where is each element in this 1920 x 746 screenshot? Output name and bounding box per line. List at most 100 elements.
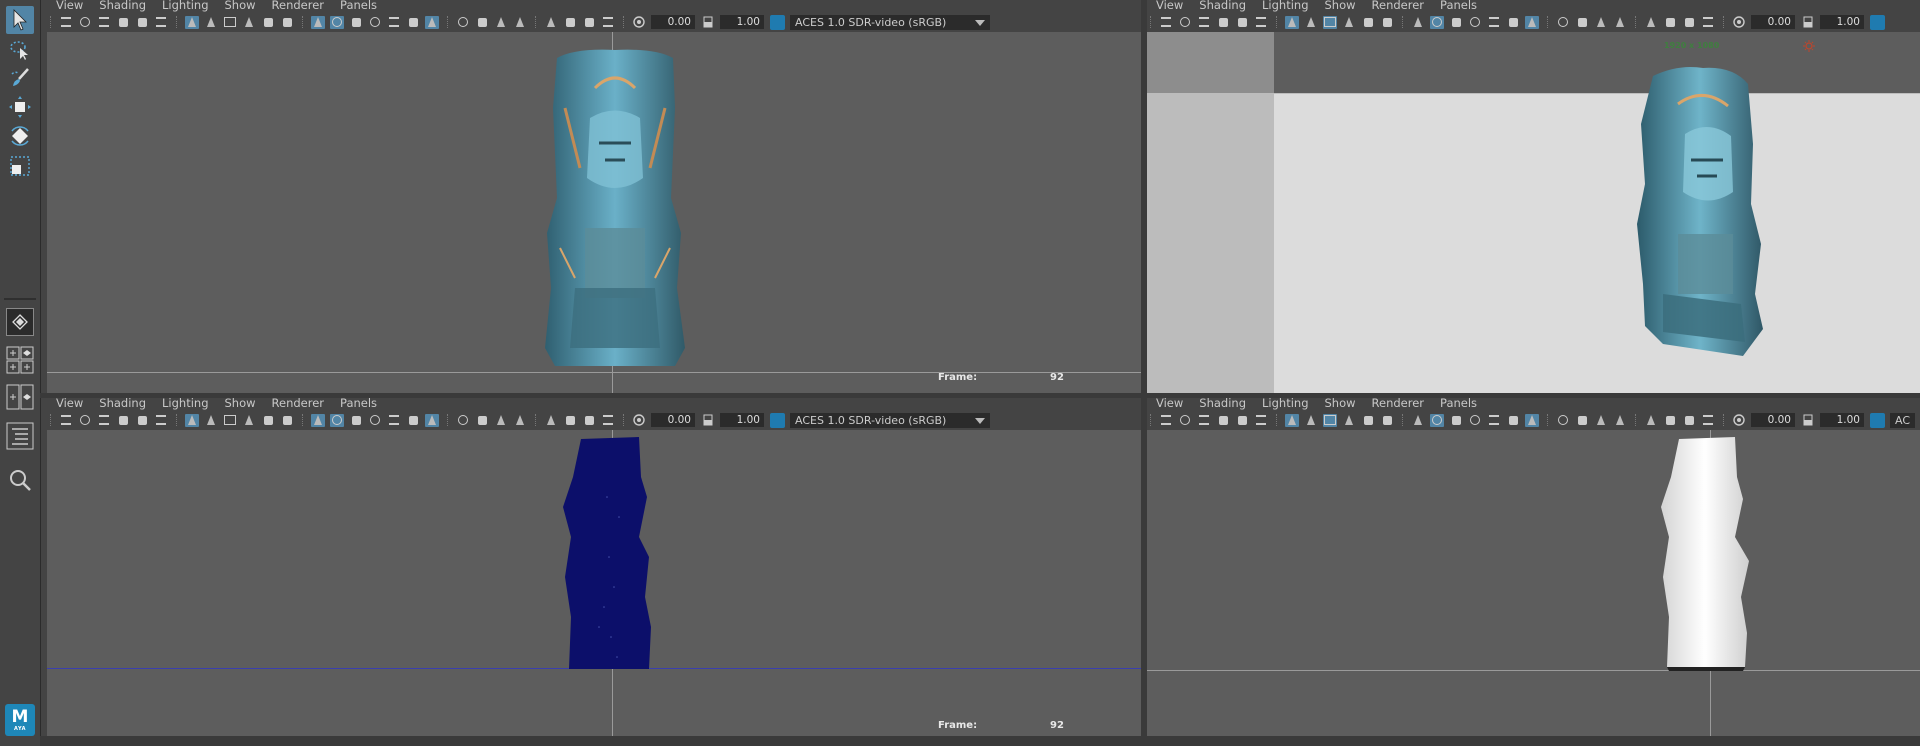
xray-joints-icon[interactable]	[563, 414, 577, 427]
four-view-icon[interactable]	[6, 346, 34, 374]
resolution-gate-icon[interactable]	[1323, 413, 1337, 427]
camera-select-icon[interactable]	[59, 16, 73, 29]
field-chart-icon[interactable]	[261, 414, 275, 427]
bookmark-icon[interactable]	[1197, 414, 1211, 427]
exposure-icon[interactable]	[701, 16, 715, 29]
motion-blur-icon[interactable]	[1575, 16, 1589, 29]
2d-pan-zoom-icon[interactable]	[135, 414, 149, 427]
color-space-dropdown[interactable]: ACES 1.0 SDR-video (sRGB)	[790, 14, 990, 30]
search-icon[interactable]	[6, 466, 34, 494]
shaded-viewport[interactable]	[1147, 430, 1920, 736]
image-plane-icon[interactable]	[1216, 16, 1230, 29]
resolution-gate-icon[interactable]	[223, 16, 237, 29]
xray-joints-icon[interactable]	[1663, 16, 1677, 29]
wireframe-icon[interactable]	[1411, 16, 1425, 29]
exposure-icon[interactable]	[701, 414, 715, 427]
2d-pan-zoom-icon[interactable]	[1235, 414, 1249, 427]
depth-of-field-icon[interactable]	[1613, 414, 1627, 427]
depth-of-field-icon[interactable]	[513, 16, 527, 29]
grid-icon[interactable]	[1285, 15, 1299, 29]
film-gate-icon[interactable]	[1304, 414, 1318, 427]
film-gate-icon[interactable]	[204, 16, 218, 29]
textured-icon[interactable]	[387, 414, 401, 427]
lights-icon[interactable]	[406, 414, 420, 427]
ambient-occlusion-icon[interactable]	[1556, 414, 1570, 427]
gamma-field[interactable]: 0.00	[651, 15, 695, 29]
bookmark-icon[interactable]	[1197, 16, 1211, 29]
camera-attributes-icon[interactable]	[78, 414, 92, 427]
bookmark-icon[interactable]	[97, 414, 111, 427]
menu-panels[interactable]: Panels	[1440, 398, 1477, 413]
textured-icon[interactable]	[1487, 16, 1501, 29]
resolution-gate-icon[interactable]	[1323, 15, 1337, 29]
grease-pencil-icon[interactable]	[1254, 414, 1268, 427]
antialias-icon[interactable]	[494, 16, 508, 29]
gamma-field[interactable]: 0.00	[651, 413, 695, 427]
default-lighting-icon[interactable]	[349, 16, 363, 29]
menu-view[interactable]: View	[56, 398, 83, 413]
safe-action-icon[interactable]	[280, 16, 294, 29]
image-plane-icon[interactable]	[116, 16, 130, 29]
menu-view[interactable]: View	[56, 0, 83, 15]
xray-icon[interactable]	[1525, 413, 1539, 427]
film-gate-icon[interactable]	[1304, 16, 1318, 29]
gamma-icon[interactable]	[1732, 16, 1746, 29]
menu-lighting[interactable]: Lighting	[1262, 0, 1308, 15]
grease-pencil-icon[interactable]	[154, 414, 168, 427]
motion-blur-icon[interactable]	[1575, 414, 1589, 427]
xray-active-icon[interactable]	[1682, 414, 1696, 427]
smooth-shade-icon[interactable]	[330, 15, 344, 29]
xray-joints-icon[interactable]	[1663, 414, 1677, 427]
camera-select-icon[interactable]	[1159, 16, 1173, 29]
shadows-icon[interactable]	[1468, 414, 1482, 427]
colorspace-icon[interactable]	[770, 14, 785, 30]
xray-joints-icon[interactable]	[563, 16, 577, 29]
backface-icon[interactable]	[601, 16, 615, 29]
move-tool-icon[interactable]	[6, 93, 34, 121]
safe-action-icon[interactable]	[280, 414, 294, 427]
menu-show[interactable]: Show	[225, 398, 256, 413]
outliner-icon[interactable]	[6, 422, 34, 450]
wireframe-icon[interactable]	[311, 15, 325, 29]
default-lighting-icon[interactable]	[1449, 414, 1463, 427]
image-plane-icon[interactable]	[1216, 414, 1230, 427]
default-lighting-icon[interactable]	[1449, 16, 1463, 29]
grid-icon[interactable]	[1285, 413, 1299, 427]
xray-icon[interactable]	[1525, 15, 1539, 29]
ambient-occlusion-icon[interactable]	[456, 414, 470, 427]
menu-view[interactable]: View	[1156, 398, 1183, 413]
gate-mask-icon[interactable]	[1342, 414, 1356, 427]
exposure-field[interactable]: 1.00	[1820, 413, 1864, 427]
grid-icon[interactable]	[185, 413, 199, 427]
backface-icon[interactable]	[1701, 16, 1715, 29]
smooth-shade-icon[interactable]	[330, 413, 344, 427]
depth-of-field-icon[interactable]	[513, 414, 527, 427]
grease-pencil-icon[interactable]	[1254, 16, 1268, 29]
menu-shading[interactable]: Shading	[1199, 0, 1246, 15]
grease-pencil-icon[interactable]	[154, 16, 168, 29]
safe-action-icon[interactable]	[1380, 16, 1394, 29]
exposure-field[interactable]: 1.00	[720, 15, 764, 29]
field-chart-icon[interactable]	[1361, 414, 1375, 427]
shadows-icon[interactable]	[368, 16, 382, 29]
default-lighting-icon[interactable]	[349, 414, 363, 427]
antialias-icon[interactable]	[1594, 16, 1608, 29]
color-space-dropdown[interactable]: AC	[1890, 412, 1915, 428]
exposure-icon[interactable]	[1801, 414, 1815, 427]
isolate-select-icon[interactable]	[544, 16, 558, 29]
menu-view[interactable]: View	[1156, 0, 1183, 15]
grid-icon[interactable]	[185, 15, 199, 29]
shadows-icon[interactable]	[1468, 16, 1482, 29]
exposure-icon[interactable]	[1801, 16, 1815, 29]
gate-mask-icon[interactable]	[242, 16, 256, 29]
menu-renderer[interactable]: Renderer	[272, 0, 325, 15]
perspective-viewport[interactable]: Frame: 92	[47, 32, 1141, 393]
menu-renderer[interactable]: Renderer	[1372, 0, 1425, 15]
xray-icon[interactable]	[425, 15, 439, 29]
menu-lighting[interactable]: Lighting	[162, 0, 208, 15]
gamma-field[interactable]: 0.00	[1751, 413, 1795, 427]
xray-active-icon[interactable]	[582, 414, 596, 427]
shadows-icon[interactable]	[368, 414, 382, 427]
menu-show[interactable]: Show	[1325, 398, 1356, 413]
lights-icon[interactable]	[1506, 414, 1520, 427]
